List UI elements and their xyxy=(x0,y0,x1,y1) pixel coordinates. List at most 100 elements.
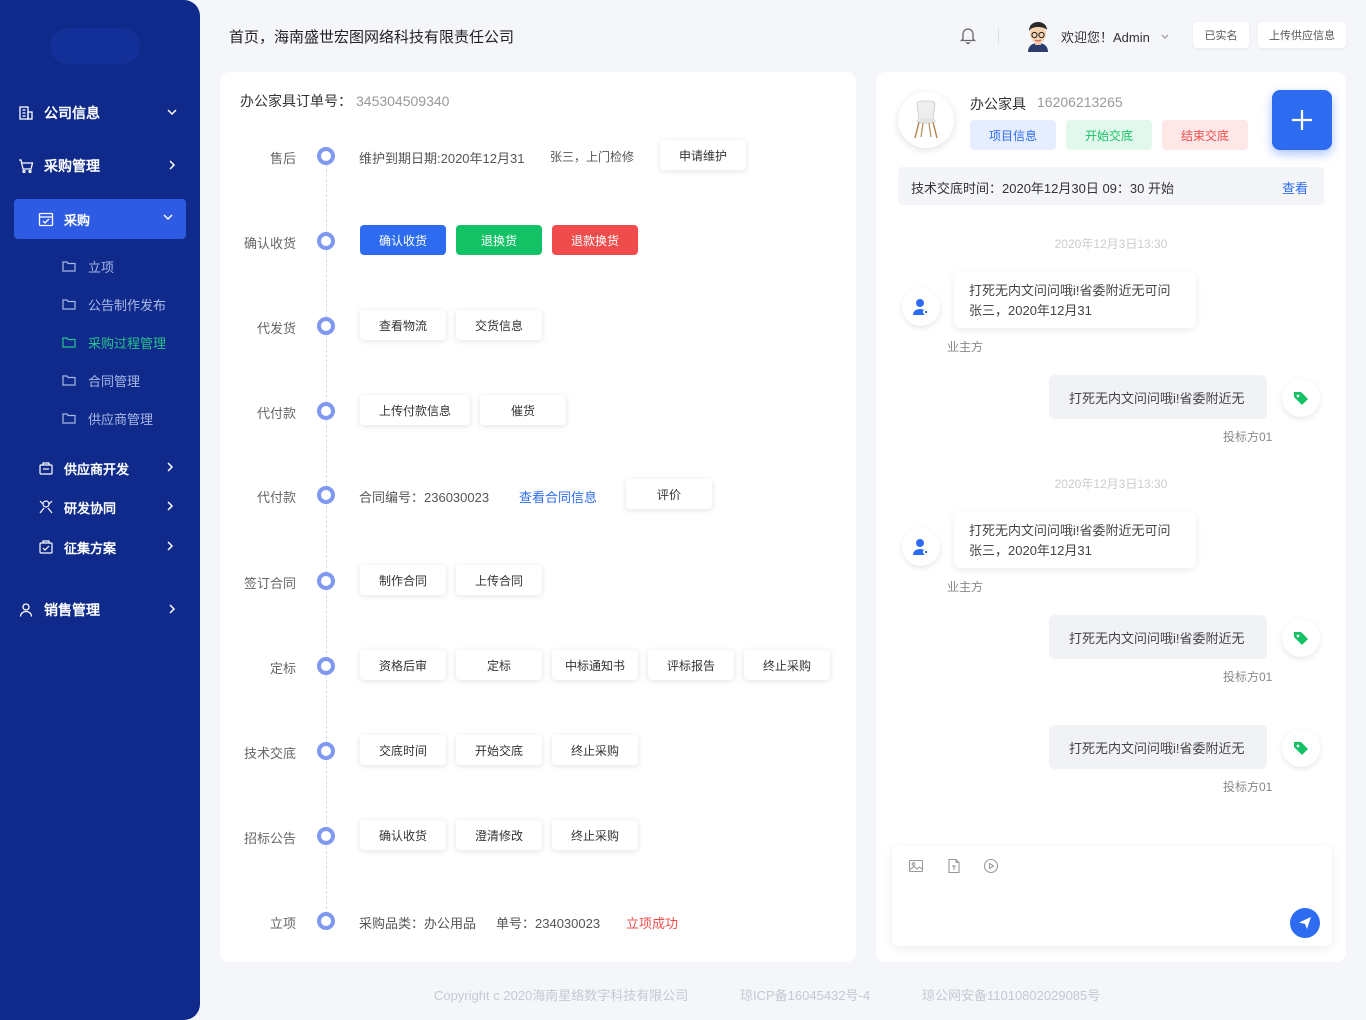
nav-company-info[interactable]: 公司信息 xyxy=(0,93,200,133)
submenu-label: 供应商管理 xyxy=(88,411,154,427)
upload-contract-button[interactable]: 上传合同 xyxy=(456,565,542,595)
view-contract-link[interactable]: 查看合同信息 xyxy=(519,487,597,506)
timeline-dot xyxy=(317,657,335,675)
timeline-label: 招标公告 xyxy=(243,831,296,846)
start-disclosure-tag[interactable]: 开始交底 xyxy=(1066,120,1152,150)
urge-delivery-button[interactable]: 催货 xyxy=(480,395,566,425)
clarify-modify-button[interactable]: 澄清修改 xyxy=(456,820,542,850)
timeline-dot xyxy=(317,742,335,760)
add-button[interactable] xyxy=(1272,90,1332,150)
disclosure-notice: 技术交底时间：2020年12月30日 09：30 开始 查看 xyxy=(898,167,1324,205)
upload-supply-button[interactable]: 上传供应信息 xyxy=(1258,22,1346,48)
procurement-category: 采购品类：办公用品 xyxy=(359,916,477,931)
image-icon[interactable] xyxy=(908,858,924,874)
timeline-label: 代付款 xyxy=(256,490,296,505)
timeline-dot xyxy=(317,317,335,335)
submenu-label: 采购过程管理 xyxy=(88,335,167,351)
nav-procurement[interactable]: 采购 xyxy=(14,199,186,239)
avatar[interactable] xyxy=(1024,20,1052,52)
sender-label: 投标方01 xyxy=(1223,670,1273,684)
timeline-label: 售后 xyxy=(269,151,296,166)
submenu-item-process-management[interactable]: 采购过程管理 xyxy=(62,330,166,354)
refund-exchange-button[interactable]: 退款换货 xyxy=(552,225,638,255)
timeline-label: 代付款 xyxy=(256,406,296,421)
view-logistics-button[interactable]: 查看物流 xyxy=(360,310,446,340)
order-number-label: 办公家具订单号： xyxy=(240,93,352,109)
timeline-dot xyxy=(317,912,335,930)
timeline-label: 定标 xyxy=(269,661,296,676)
nav-collect-scheme[interactable]: 征集方案 xyxy=(38,532,188,562)
nav-label: 供应商开发 xyxy=(64,461,130,477)
send-button[interactable] xyxy=(1290,908,1320,938)
bell-icon[interactable] xyxy=(958,25,978,48)
incoming-message: 打死无内文问问哦i!省委附近无可问 张三，2020年12月31 xyxy=(954,512,1196,568)
timeline-row: 立项 采购品类：办公用品 单号：234030023 立项成功 xyxy=(220,901,856,941)
project-info-tag[interactable]: 项目信息 xyxy=(970,120,1056,150)
sender-label: 业主方 xyxy=(947,580,984,594)
notice-text: 技术交底时间：2020年12月30日 09：30 开始 xyxy=(911,181,1174,196)
timeline-dot xyxy=(317,402,335,420)
timeline-row: 技术交底 交底时间 开始交底 终止采购 xyxy=(220,731,856,771)
message-composer[interactable] xyxy=(892,846,1332,946)
award-bid-button[interactable]: 定标 xyxy=(456,650,542,680)
terminate-procurement-button[interactable]: 终止采购 xyxy=(744,650,830,680)
order-number-value: 345304509340 xyxy=(356,93,450,109)
nav-label: 征集方案 xyxy=(64,540,117,556)
end-disclosure-tag[interactable]: 结束交底 xyxy=(1162,120,1248,150)
make-contract-button[interactable]: 制作合同 xyxy=(360,565,446,595)
disclosure-time-button[interactable]: 交底时间 xyxy=(360,735,446,765)
evaluation-report-button[interactable]: 评标报告 xyxy=(648,650,734,680)
timeline-row: 确认收货 确认收货 退换货 退款换货 xyxy=(220,221,856,261)
evaluate-button[interactable]: 评价 xyxy=(626,479,712,509)
scheme-icon xyxy=(38,539,54,555)
submenu-item-project[interactable]: 立项 xyxy=(62,254,114,278)
confirm-receipt-button[interactable]: 确认收货 xyxy=(360,820,446,850)
terminate-procurement-button[interactable]: 终止采购 xyxy=(552,735,638,765)
calendar-icon xyxy=(38,211,54,227)
apply-maintenance-button[interactable]: 申请维护 xyxy=(660,140,746,170)
verified-button[interactable]: 已实名 xyxy=(1193,22,1249,48)
collab-icon xyxy=(38,499,54,515)
timeline-dot xyxy=(317,572,335,590)
chevron-right-icon xyxy=(164,500,176,515)
award-notice-button[interactable]: 中标通知书 xyxy=(552,650,638,680)
tag-icon xyxy=(1282,729,1320,767)
confirm-receipt-button[interactable]: 确认收货 xyxy=(360,225,446,255)
folder-icon xyxy=(62,336,76,348)
outgoing-message: 打死无内文问问哦i!省委附近无 xyxy=(1049,615,1267,659)
qualification-review-button[interactable]: 资格后审 xyxy=(360,650,446,680)
timeline-dot xyxy=(317,232,335,250)
timeline-label: 确认收货 xyxy=(243,236,296,251)
timeline-label: 签订合同 xyxy=(243,576,296,591)
nav-procurement-management[interactable]: 采购管理 xyxy=(0,146,200,186)
submenu-item-contract[interactable]: 合同管理 xyxy=(62,368,140,392)
video-icon[interactable] xyxy=(983,858,999,874)
file-icon[interactable] xyxy=(946,858,962,874)
submenu-item-announcement[interactable]: 公告制作发布 xyxy=(62,292,166,316)
chevron-right-icon xyxy=(166,158,178,174)
timeline-row: 签订合同 制作合同 上传合同 xyxy=(220,561,856,601)
nav-sales-management[interactable]: 销售管理 xyxy=(0,590,200,630)
timeline-dot xyxy=(317,486,335,504)
view-link[interactable]: 查看 xyxy=(1282,178,1308,197)
delivery-info-button[interactable]: 交货信息 xyxy=(456,310,542,340)
sender-label: 业主方 xyxy=(947,340,984,354)
submenu-item-supplier[interactable]: 供应商管理 xyxy=(62,406,153,430)
message-line: 打死无内文问问哦i!省委附近无可问 xyxy=(969,523,1171,538)
folder-icon xyxy=(62,412,76,424)
sender-label: 投标方01 xyxy=(1223,780,1273,794)
start-disclosure-button[interactable]: 开始交底 xyxy=(456,735,542,765)
return-exchange-button[interactable]: 退换货 xyxy=(456,225,542,255)
terminate-procurement-button[interactable]: 终止采购 xyxy=(552,820,638,850)
maintenance-date: 维护到期日期:2020年12月31 xyxy=(359,151,525,166)
order-timeline-card: 办公家具订单号： 345304509340 售后 维护到期日期:2020年12月3… xyxy=(220,72,856,962)
chevron-down-icon[interactable] xyxy=(1160,30,1170,45)
nav-rd-collaboration[interactable]: 研发协同 xyxy=(38,492,188,522)
cart-icon xyxy=(18,158,34,174)
chevron-right-icon xyxy=(164,540,176,555)
header-divider xyxy=(998,28,999,44)
submenu-label: 合同管理 xyxy=(88,373,141,389)
upload-payment-button[interactable]: 上传付款信息 xyxy=(360,395,470,425)
maintenance-person: 张三，上门检修 xyxy=(550,150,635,164)
nav-supplier-development[interactable]: 供应商开发 xyxy=(38,453,188,483)
